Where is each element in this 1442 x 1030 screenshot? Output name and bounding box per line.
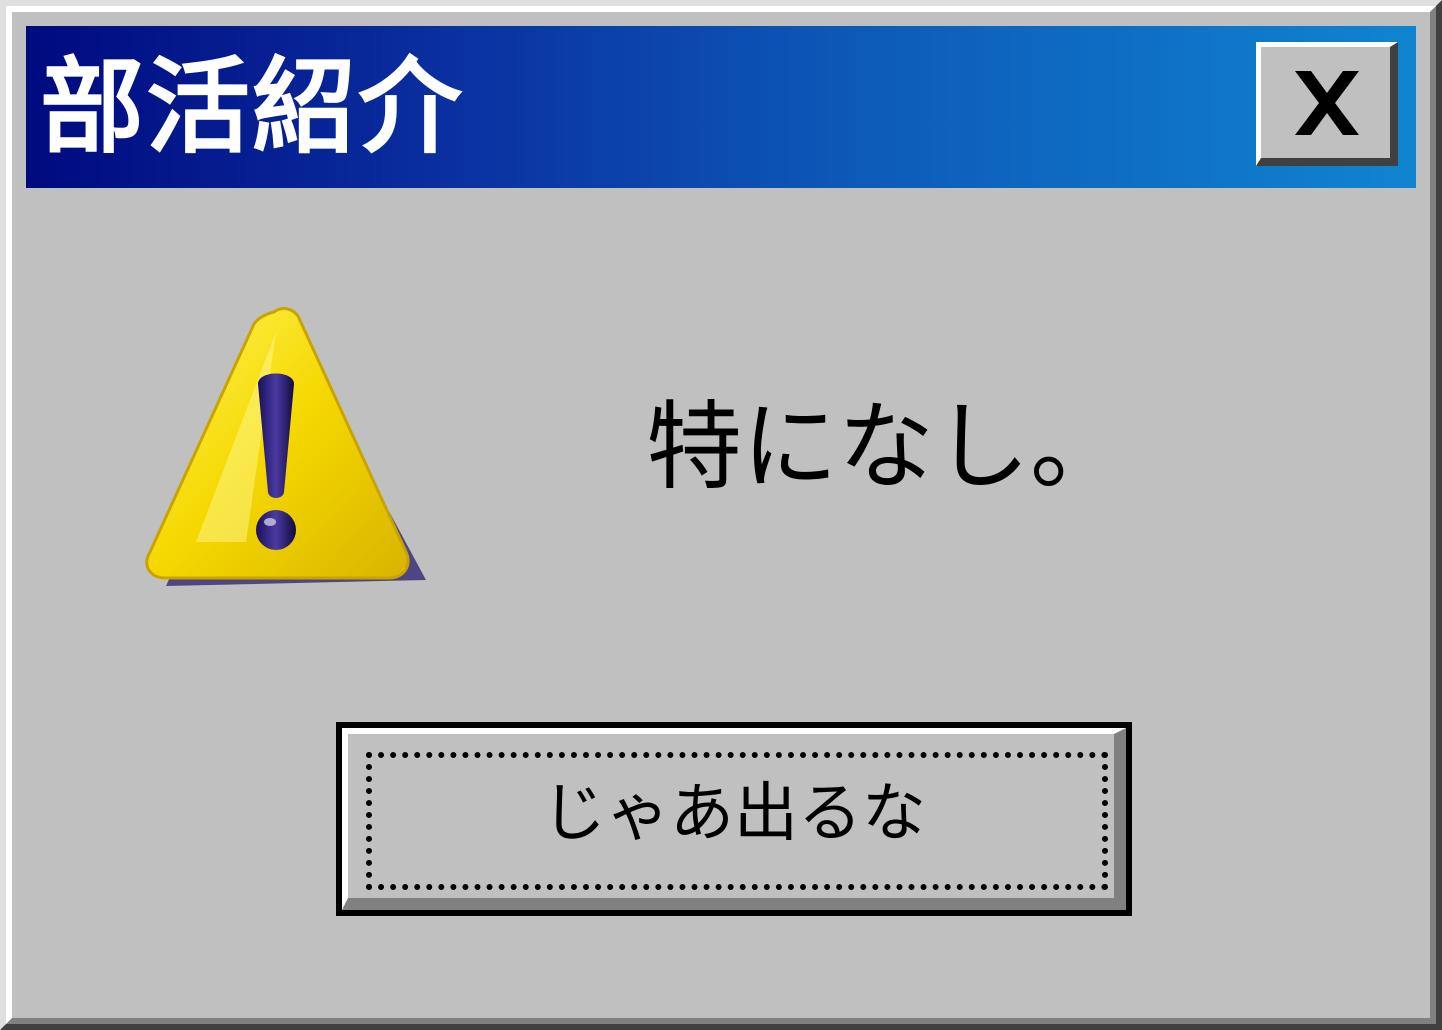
close-icon — [1295, 71, 1359, 135]
title-bar[interactable]: 部活紹介 — [26, 26, 1416, 188]
warning-icon — [136, 302, 436, 617]
window-title: 部活紹介 — [40, 46, 465, 168]
dialog-window: 部活紹介 特になし。 じゃあ出るな — [0, 0, 1442, 1030]
message-text: 特になし。 — [646, 391, 1126, 503]
ok-button-label: じゃあ出るな — [542, 777, 926, 851]
close-button[interactable] — [1256, 42, 1398, 166]
ok-button[interactable]: じゃあ出るな — [336, 722, 1132, 916]
